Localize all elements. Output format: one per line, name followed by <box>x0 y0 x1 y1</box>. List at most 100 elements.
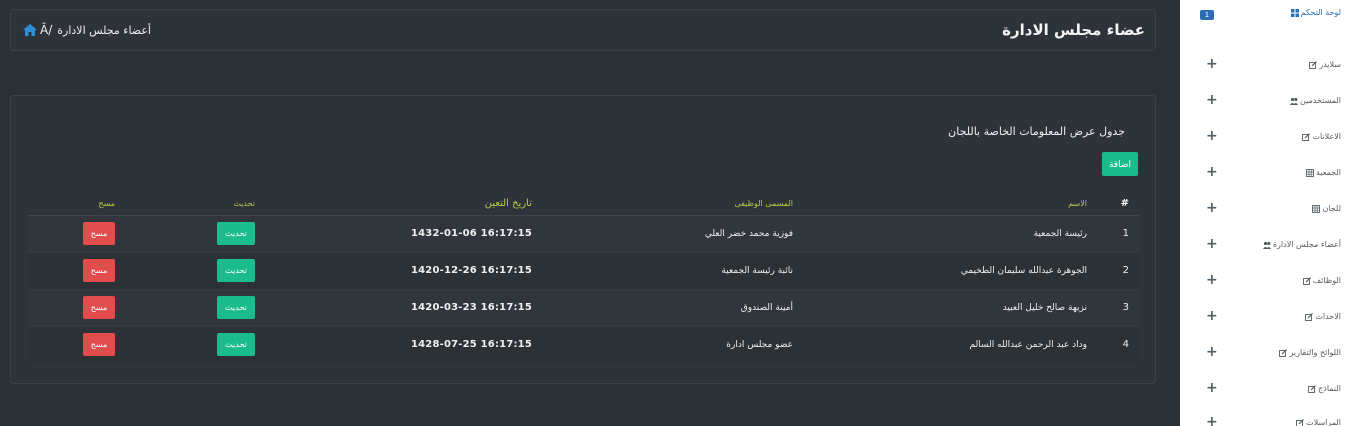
update-button[interactable]: تحديث <box>217 222 255 245</box>
delete-button[interactable]: مسح <box>83 259 115 282</box>
update-cell: تحديث <box>119 288 259 326</box>
page-header: عضاء مجلس الادارة Â/ أعضاء مجلس الادارة <box>10 9 1156 51</box>
appointment-date: 16:17:15 1420-03-23 <box>259 288 534 326</box>
edit-icon <box>1302 276 1311 285</box>
edit-icon <box>1308 384 1317 393</box>
appointment-date: 16:17:15 1428-07-25 <box>259 325 534 363</box>
home-icon[interactable] <box>23 24 37 36</box>
sidebar-item-label: لوحة التحكم <box>1290 8 1341 17</box>
notification-badge: 1 <box>1200 10 1214 20</box>
sidebar-item-jobs[interactable]: + الوظائف <box>1180 272 1348 292</box>
sidebar-label-text: الجمعية <box>1315 168 1341 177</box>
row-number: 2 <box>1105 251 1139 289</box>
sidebar-item-users[interactable]: + المستخدمين <box>1180 92 1348 112</box>
member-name: الجوهرة عبدالله سليمان الطخيمي <box>813 251 1105 289</box>
expand-plus-icon[interactable]: + <box>1206 344 1218 360</box>
panel-heading: جدول عرض المعلومات الخاصة باللجان <box>948 125 1125 138</box>
delete-button[interactable]: مسح <box>83 333 115 357</box>
users-icon <box>1290 97 1298 105</box>
add-button[interactable]: اضافة <box>1102 152 1138 176</box>
edit-icon <box>1305 312 1314 321</box>
edit-icon <box>1296 418 1304 426</box>
sidebar-item-label: أعضاء مجلس الادارة <box>1262 240 1341 249</box>
appointment-date: 16:17:15 1420-12-26 <box>259 251 534 289</box>
expand-plus-icon[interactable]: + <box>1206 236 1218 252</box>
sidebar-item-dashboard[interactable]: 1 لوحة التحكم <box>1180 4 1348 24</box>
sidebar-label-text: المستخدمين <box>1300 96 1341 105</box>
sidebar-item-correspondence[interactable]: + المراسلات <box>1180 414 1348 426</box>
expand-plus-icon[interactable]: + <box>1206 200 1218 216</box>
column-header-appointment-date: تاريخ التعين <box>259 193 534 216</box>
table-row: 1 رئيسة الجمعية فوزية محمد خضر العلي 16:… <box>27 214 1139 252</box>
delete-button[interactable]: مسح <box>83 222 115 245</box>
dashboard-icon <box>1290 8 1299 17</box>
expand-plus-icon[interactable]: + <box>1206 92 1218 108</box>
sidebar-item-association[interactable]: + الجمعية <box>1180 164 1348 184</box>
expand-plus-icon[interactable]: + <box>1206 414 1218 426</box>
expand-plus-icon[interactable]: + <box>1206 128 1218 144</box>
expand-plus-icon[interactable]: + <box>1206 380 1218 396</box>
expand-plus-icon[interactable]: + <box>1206 308 1218 324</box>
column-header-job-title: المسمى الوظيفى <box>534 193 813 216</box>
sidebar-item-ads[interactable]: + الاعلانات <box>1180 128 1348 148</box>
sidebar-item-regulations-reports[interactable]: + اللوائح والتقارير <box>1180 344 1348 364</box>
sidebar-item-label: الاحداث <box>1305 312 1341 321</box>
edit-icon <box>1302 132 1311 141</box>
sidebar-item-label: سلايدر <box>1309 60 1341 69</box>
page-title: عضاء مجلس الادارة <box>1002 21 1145 39</box>
member-name: نزيهة صالح خليل العبيد <box>813 288 1105 326</box>
row-number: 4 <box>1105 325 1139 363</box>
table-icon <box>1312 204 1321 213</box>
sidebar-item-label: الوظائف <box>1302 276 1341 285</box>
table-row: 3 نزيهة صالح خليل العبيد أمينة الصندوق 1… <box>27 288 1139 326</box>
table-icon <box>1306 168 1314 177</box>
member-job-title: نائبة رئيسة الجمعية <box>534 251 813 289</box>
sidebar-item-committees[interactable]: + للجان <box>1180 200 1348 220</box>
sidebar-label-text: الاحداث <box>1315 312 1341 321</box>
sidebar-item-label: الجمعية <box>1306 168 1341 177</box>
users-icon <box>1262 241 1271 249</box>
sidebar-label-text: الوظائف <box>1312 276 1341 285</box>
member-name: رئيسة الجمعية <box>813 214 1105 252</box>
row-number: 3 <box>1105 288 1139 326</box>
sidebar-item-forms[interactable]: + النماذج <box>1180 380 1348 400</box>
update-cell: تحديث <box>119 214 259 252</box>
update-button[interactable]: تحديث <box>217 333 255 357</box>
column-header-delete: مسح <box>27 193 119 216</box>
appointment-date: 16:17:15 1432-01-06 <box>259 214 534 252</box>
column-header-update: تحديث <box>119 193 259 216</box>
sidebar-item-label: اللوائح والتقارير <box>1279 348 1341 357</box>
update-cell: تحديث <box>119 251 259 289</box>
sidebar-label-text: النماذج <box>1318 384 1341 393</box>
expand-plus-icon[interactable]: + <box>1206 272 1218 288</box>
row-number: 1 <box>1105 214 1139 252</box>
delete-cell: مسح <box>27 251 119 289</box>
member-job-title: أمينة الصندوق <box>534 288 813 326</box>
member-job-title: فوزية محمد خضر العلي <box>534 214 813 252</box>
edit-icon <box>1309 60 1318 69</box>
sidebar-item-board-members[interactable]: + أعضاء مجلس الادارة <box>1180 236 1348 256</box>
sidebar-label-text: أعضاء مجلس الادارة <box>1272 240 1341 249</box>
table-header-row: # الاسم المسمى الوظيفى تاريخ التعين تحدي… <box>27 193 1139 216</box>
sidebar-label-text: اللوائح والتقارير <box>1289 348 1341 357</box>
breadcrumb-separator: Â/ <box>40 23 53 37</box>
expand-plus-icon[interactable]: + <box>1206 56 1218 72</box>
sidebar-label-text: المراسلات <box>1306 418 1341 426</box>
expand-plus-icon[interactable]: + <box>1206 164 1218 180</box>
sidebar-label-text: للجان <box>1322 204 1341 213</box>
update-button[interactable]: تحديث <box>217 296 255 319</box>
sidebar-item-events[interactable]: + الاحداث <box>1180 308 1348 328</box>
delete-cell: مسح <box>27 214 119 252</box>
update-button[interactable]: تحديث <box>217 259 255 282</box>
member-name: وداد عبد الرحمن عبدالله السالم <box>813 325 1105 363</box>
sidebar-label-text: الاعلانات <box>1312 132 1341 141</box>
table-row: 4 وداد عبد الرحمن عبدالله السالم عضو مجل… <box>27 325 1139 363</box>
delete-button[interactable]: مسح <box>83 296 115 319</box>
members-panel: جدول عرض المعلومات الخاصة باللجان اضافة … <box>10 95 1156 384</box>
table-row: 2 الجوهرة عبدالله سليمان الطخيمي نائبة ر… <box>27 251 1139 289</box>
edit-icon <box>1279 348 1288 357</box>
sidebar-item-label: المراسلات <box>1296 418 1341 426</box>
sidebar-item-slider[interactable]: + سلايدر <box>1180 56 1348 76</box>
column-header-name: الاسم <box>813 193 1105 216</box>
breadcrumb-current[interactable]: أعضاء مجلس الادارة <box>57 24 151 37</box>
